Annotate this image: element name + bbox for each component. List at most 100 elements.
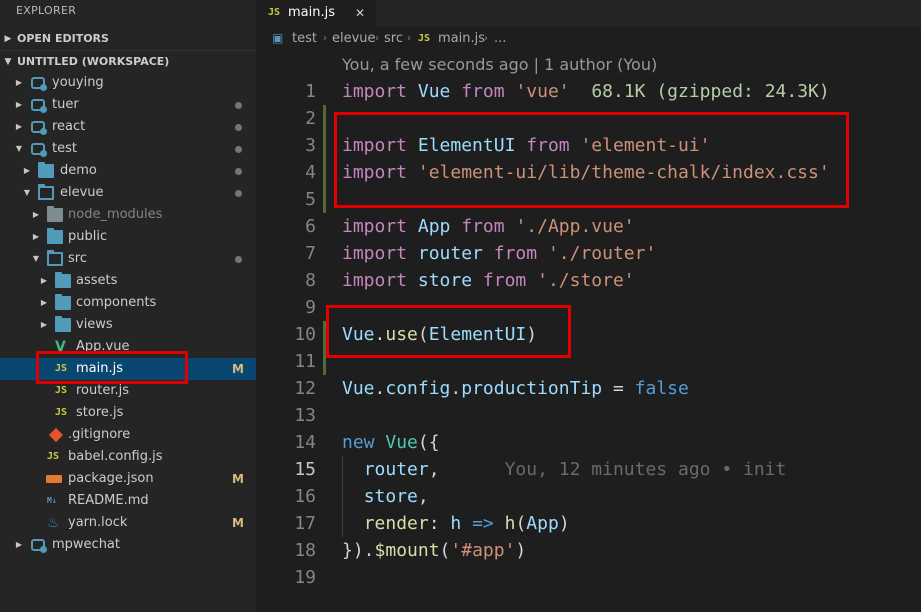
chevron-right-icon: ▶ <box>40 276 48 285</box>
workspace-folder-icon <box>31 539 47 553</box>
line-number: 11 <box>294 351 316 372</box>
tree-item-views[interactable]: ▶ views <box>0 314 256 336</box>
breadcrumb-item[interactable]: src <box>384 26 403 52</box>
chevron-right-icon: ▶ <box>32 232 40 241</box>
import-cost-hint: 68.1K (gzipped: 24.3K) <box>591 81 830 102</box>
code-line-6: import App from './App.vue' <box>342 216 635 237</box>
chevron-down-icon: ▼ <box>15 144 23 153</box>
code-line-12: Vue.config.productionTip = false <box>342 378 689 399</box>
modified-badge: M <box>232 516 244 530</box>
tree-item-label: mpwechat <box>52 537 120 552</box>
highlight-box-main-js <box>36 351 188 384</box>
git-icon <box>48 427 64 443</box>
code-line-1: import Vue from 'vue' 68.1K (gzipped: 24… <box>342 81 830 102</box>
line-number: 14 <box>294 432 316 453</box>
js-file-icon: JS <box>55 407 68 418</box>
workspace-folder-icon: ▣ <box>272 31 284 45</box>
tab-main-js[interactable]: JS main.js ✕ <box>256 0 376 26</box>
line-number: 16 <box>294 486 316 507</box>
tree-item-package-json[interactable]: package.json M <box>0 468 256 490</box>
folder-open-icon <box>38 184 54 200</box>
folder-icon <box>55 294 71 310</box>
chevron-right-icon: ▶ <box>40 298 48 307</box>
workspace-folder-icon <box>31 121 47 135</box>
tree-item-label: babel.config.js <box>68 449 163 464</box>
tree-item-readme[interactable]: M↓ README.md <box>0 490 256 512</box>
tab-bar: JS main.js ✕ <box>256 0 921 26</box>
tree-item-demo[interactable]: ▶ demo <box>0 160 256 182</box>
chevron-right-icon: ▶ <box>32 210 40 219</box>
workspace-folder-icon <box>31 77 47 91</box>
tree-item-label: demo <box>60 163 97 178</box>
tree-item-gitignore[interactable]: .gitignore <box>0 424 256 446</box>
tree-item-label: README.md <box>68 493 149 508</box>
line-number: 15 <box>294 459 316 480</box>
line-number: 1 <box>305 81 316 102</box>
tree-item-youying[interactable]: ▶ youying <box>0 72 256 94</box>
tree-item-label: node_modules <box>68 207 163 222</box>
close-icon[interactable]: ✕ <box>355 0 365 26</box>
tree-item-test[interactable]: ▼ test <box>0 138 256 160</box>
inline-blame: You, 12 minutes ago • init <box>504 459 787 480</box>
tree-item-node-modules[interactable]: ▶ node_modules <box>0 204 256 226</box>
tree-item-label: store.js <box>76 405 124 420</box>
breadcrumb-item[interactable]: ... <box>494 26 506 52</box>
breadcrumb-item[interactable]: main.js <box>438 26 485 52</box>
chevron-right-icon: ▶ <box>23 166 31 175</box>
highlight-box-imports <box>334 112 849 208</box>
tree-item-label: tuer <box>52 97 79 112</box>
workspace-folder-icon <box>31 99 47 113</box>
tree-item-yarn-lock[interactable]: ♨ yarn.lock M <box>0 512 256 534</box>
tree-item-public[interactable]: ▶ public <box>0 226 256 248</box>
tree-item-components[interactable]: ▶ components <box>0 292 256 314</box>
line-number: 12 <box>294 378 316 399</box>
chevron-right-icon: ▶ <box>4 34 12 44</box>
code-editor[interactable]: You, a few seconds ago | 1 author (You) … <box>256 52 921 612</box>
tab-label: main.js <box>288 5 335 20</box>
line-number: 3 <box>305 135 316 156</box>
git-change-marker <box>323 105 326 213</box>
modified-dot <box>235 102 242 109</box>
open-editors-header[interactable]: ▶ OPEN EDITORS <box>0 28 256 50</box>
tree-item-label: youying <box>52 75 104 90</box>
tree-item-src[interactable]: ▼ src <box>0 248 256 270</box>
chevron-right-icon: ▶ <box>15 540 23 549</box>
code-line-14: new Vue({ <box>342 432 440 453</box>
tree-item-store-js[interactable]: JS store.js <box>0 402 256 424</box>
code-line-16: store, <box>363 486 429 507</box>
chevron-down-icon: ▼ <box>4 57 12 67</box>
tree-item-assets[interactable]: ▶ assets <box>0 270 256 292</box>
tree-item-label: elevue <box>60 185 104 200</box>
tree-item-tuer[interactable]: ▶ tuer <box>0 94 256 116</box>
tree-item-elevue[interactable]: ▼ elevue <box>0 182 256 204</box>
tree-item-label: package.json <box>68 471 154 486</box>
modified-dot <box>235 190 242 197</box>
code-line-17: render: h => h(App) <box>363 513 570 534</box>
modified-dot <box>235 124 242 131</box>
line-number: 19 <box>294 567 316 588</box>
breadcrumb-item[interactable]: test <box>292 26 317 52</box>
modified-dot <box>235 146 242 153</box>
folder-icon <box>47 206 63 222</box>
chevron-right-icon: ▶ <box>15 122 23 131</box>
chevron-down-icon: ▼ <box>23 188 31 197</box>
breadcrumb-item[interactable]: elevue <box>332 26 376 52</box>
tree-item-mpwechat[interactable]: ▶ mpwechat <box>0 534 256 556</box>
tree-item-label: components <box>76 295 157 310</box>
tree-item-label: yarn.lock <box>68 515 128 530</box>
workspace-header[interactable]: ▼ UNTITLED (WORKSPACE) <box>0 50 256 72</box>
chevron-right-icon: › <box>484 33 488 44</box>
tree-item-label: .gitignore <box>68 427 131 442</box>
explorer-sidebar: EXPLORER ▶ OPEN EDITORS ▼ UNTITLED (WORK… <box>0 0 256 612</box>
line-number: 9 <box>305 297 316 318</box>
code-line-18: }).$mount('#app') <box>342 540 527 561</box>
modified-badge: M <box>232 362 244 376</box>
tree-item-react[interactable]: ▶ react <box>0 116 256 138</box>
explorer-title: EXPLORER <box>16 4 77 17</box>
tree-item-babel-config[interactable]: JS babel.config.js <box>0 446 256 468</box>
line-number: 17 <box>294 513 316 534</box>
workspace-folder-icon <box>31 143 47 157</box>
codelens-blame[interactable]: You, a few seconds ago | 1 author (You) <box>342 55 657 74</box>
modified-dot <box>235 256 242 263</box>
tree-item-label: src <box>68 251 87 266</box>
